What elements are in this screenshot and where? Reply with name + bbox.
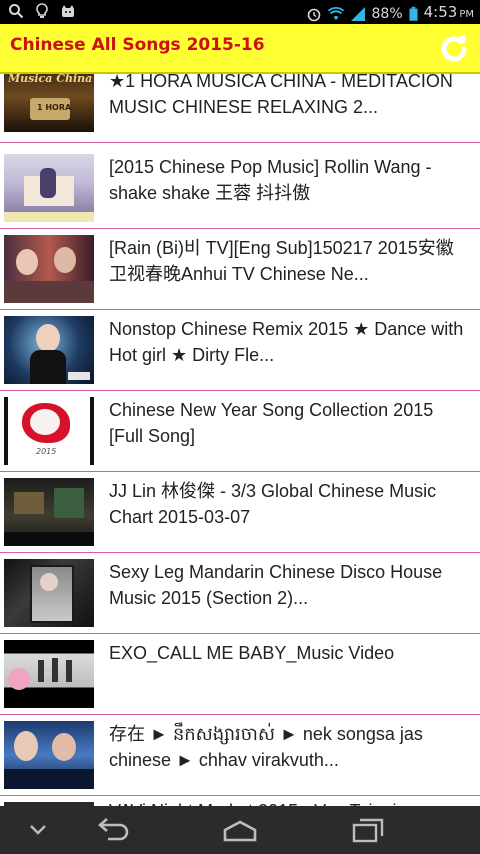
video-title: JJ Lin 林俊傑 - 3/3 Global Chinese Music Ch…	[109, 481, 437, 527]
status-bar: 88% 4:53 PM	[0, 0, 480, 24]
thumbnail-text: 2015	[36, 447, 57, 456]
clock-time: 4:53	[423, 3, 458, 21]
video-title: VAVi Night Market 2015 - Van Taipei ...	[109, 798, 471, 806]
video-thumbnail: Musica China 1 HORA	[4, 74, 94, 132]
battery-percent: 88%	[371, 5, 403, 22]
video-title: [2015 Chinese Pop Music] Rollin Wang - s…	[109, 157, 432, 203]
refresh-icon[interactable]	[436, 31, 472, 67]
back-icon[interactable]	[94, 816, 132, 844]
list-item[interactable]: JJ Lin 林俊傑 - 3/3 Global Chinese Music Ch…	[0, 472, 480, 553]
search-icon	[9, 4, 24, 19]
video-thumbnail	[4, 478, 94, 546]
cat-icon	[62, 5, 74, 17]
signal-icon	[350, 6, 365, 21]
video-title: 存在 ► នឹកសង្សារចាស់ ► nek songsa jas chin…	[109, 724, 423, 770]
list-item[interactable]: 2015 Chinese New Year Song Collection 20…	[0, 391, 480, 472]
video-title: ★1 HORA MUSICA CHINA - MEDITACION MUSIC …	[109, 74, 453, 117]
list-item[interactable]: EXO_CALL ME BABY_Music Video	[0, 634, 480, 715]
list-item[interactable]: [Rain (Bi)비 TV][Eng Sub]150217 2015安徽卫视春…	[0, 229, 480, 310]
home-icon[interactable]	[220, 816, 260, 844]
video-thumbnail	[4, 721, 94, 789]
video-title: Chinese New Year Song Collection 2015 [F…	[109, 400, 434, 446]
video-title: Nonstop Chinese Remix 2015 ★ Dance with …	[109, 319, 464, 365]
thumbnail-text: Musica China	[8, 74, 93, 85]
list-item[interactable]: Sexy Leg Mandarin Chinese Disco House Mu…	[0, 553, 480, 634]
navigation-bar	[0, 806, 480, 854]
app-title: Chinese All Songs 2015-16	[10, 35, 265, 55]
chevron-down-icon[interactable]	[26, 816, 50, 844]
thumbnail-text: 1 HORA	[37, 103, 72, 112]
video-thumbnail	[4, 316, 94, 384]
alarm-icon	[307, 8, 320, 21]
video-thumbnail: 2015	[4, 397, 94, 465]
video-title: EXO_CALL ME BABY_Music Video	[109, 643, 395, 663]
video-title: [Rain (Bi)비 TV][Eng Sub]150217 2015安徽卫视春…	[109, 238, 454, 284]
clock-ampm: PM	[459, 9, 474, 20]
list-item[interactable]: VAVi Night Market 2015 - Van Taipei ...	[0, 796, 480, 806]
video-thumbnail	[4, 559, 94, 627]
app-bar: Chinese All Songs 2015-16	[0, 24, 480, 74]
wifi-icon	[327, 6, 344, 20]
video-thumbnail	[4, 154, 94, 222]
list-item[interactable]: [2015 Chinese Pop Music] Rollin Wang - s…	[0, 148, 480, 229]
video-list[interactable]: Musica China 1 HORA ★1 HORA MUSICA CHINA…	[0, 74, 480, 806]
list-item[interactable]: Musica China 1 HORA ★1 HORA MUSICA CHINA…	[0, 74, 480, 143]
battery-icon	[409, 6, 418, 21]
recent-apps-icon[interactable]	[350, 816, 386, 844]
list-item[interactable]: 存在 ► នឹកសង្សារចាស់ ► nek songsa jas chin…	[0, 715, 480, 796]
lightbulb-icon	[36, 3, 48, 18]
list-item[interactable]: Nonstop Chinese Remix 2015 ★ Dance with …	[0, 310, 480, 391]
video-thumbnail	[4, 235, 94, 303]
video-thumbnail	[4, 640, 94, 708]
video-title: Sexy Leg Mandarin Chinese Disco House Mu…	[109, 562, 443, 608]
clock: 4:53 PM	[424, 3, 474, 24]
